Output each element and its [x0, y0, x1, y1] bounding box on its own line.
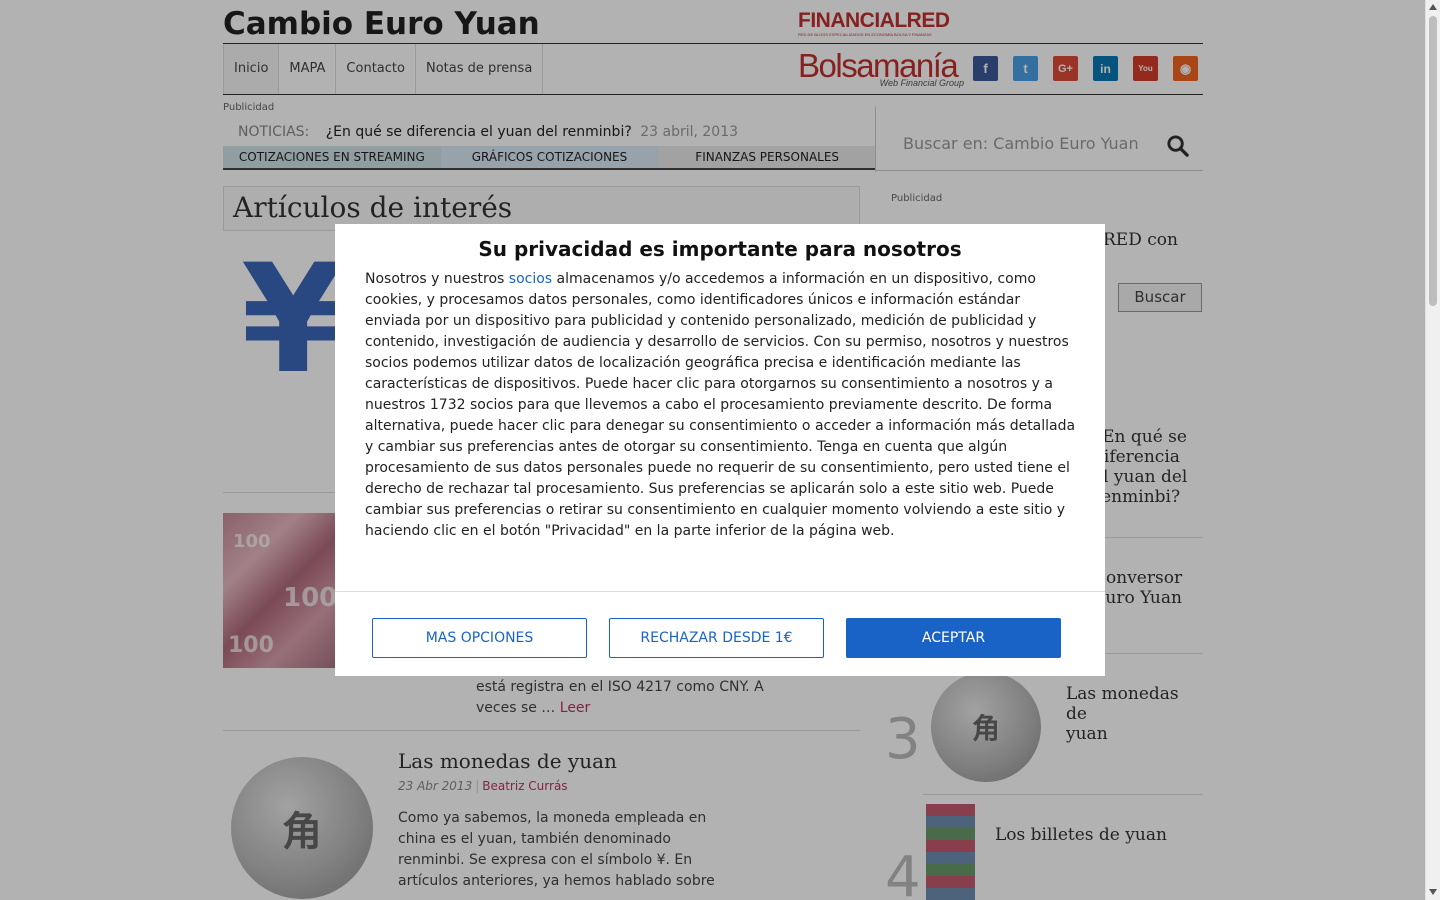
consent-divider	[335, 591, 1105, 592]
scroll-down-icon[interactable]	[1429, 889, 1437, 895]
scroll-up-icon[interactable]	[1429, 4, 1437, 10]
accept-button[interactable]: ACEPTAR	[846, 618, 1061, 658]
more-options-button[interactable]: MAS OPCIONES	[372, 618, 587, 658]
privacy-consent-dialog: Su privacidad es importante para nosotro…	[335, 224, 1105, 676]
partners-link[interactable]: socios	[509, 271, 552, 287]
consent-title: Su privacidad es importante para nosotro…	[478, 237, 962, 261]
scrollbar-thumb[interactable]	[1429, 16, 1437, 306]
page: Cambio Euro Yuan FINANCIALRED RED DE BLO…	[0, 0, 1425, 900]
page-scrollbar[interactable]	[1425, 0, 1440, 900]
consent-body: Nosotros y nuestros socios almacenamos y…	[365, 271, 1076, 539]
reject-button[interactable]: RECHAZAR DESDE 1€	[609, 618, 824, 658]
